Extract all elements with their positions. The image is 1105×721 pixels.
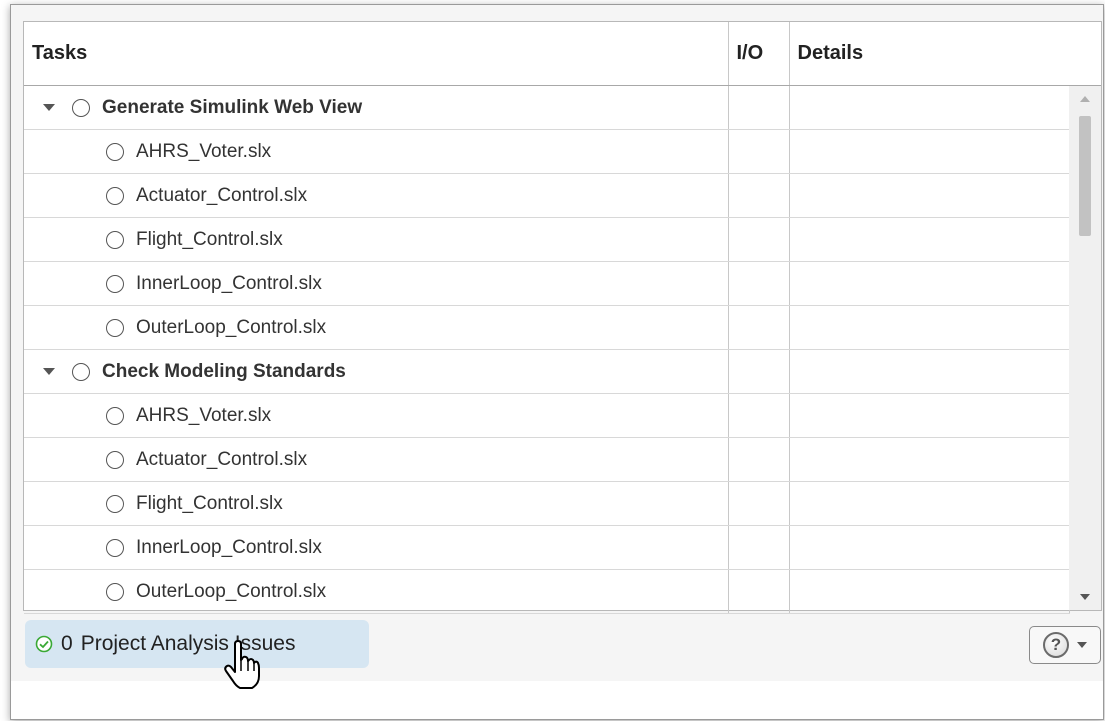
table-row[interactable]: Flight_Control.slx <box>24 217 1070 262</box>
table-row[interactable]: Flight_Control.slx <box>24 481 1070 526</box>
task-file-label: Actuator_Control.slx <box>136 184 308 206</box>
io-cell <box>728 85 790 130</box>
task-file-label: Actuator_Control.slx <box>136 448 308 470</box>
status-circle-icon <box>72 98 90 117</box>
status-circle-icon <box>106 318 124 337</box>
io-cell <box>728 525 790 570</box>
task-file-label: InnerLoop_Control.slx <box>136 536 322 558</box>
details-cell <box>789 173 1070 218</box>
help-icon: ? <box>1043 632 1069 658</box>
io-cell <box>728 129 790 174</box>
expand-caret-icon[interactable] <box>38 361 60 383</box>
status-circle-icon <box>106 494 124 513</box>
io-cell <box>728 569 790 614</box>
task-group-label: Generate Simulink Web View <box>102 96 363 118</box>
table-row[interactable]: InnerLoop_Control.slx <box>24 525 1070 570</box>
io-cell <box>728 437 790 482</box>
details-cell <box>789 129 1070 174</box>
io-cell <box>728 217 790 262</box>
column-header-details[interactable]: Details <box>789 22 1070 86</box>
table-row[interactable]: InnerLoop_Control.slx <box>24 261 1070 306</box>
table-row[interactable]: OuterLoop_Control.slx <box>24 569 1070 614</box>
scroll-up-arrow-icon[interactable] <box>1080 94 1090 104</box>
details-cell <box>789 305 1070 350</box>
table-row[interactable]: Actuator_Control.slx <box>24 173 1070 218</box>
expand-caret-icon[interactable] <box>38 97 60 119</box>
table-row[interactable]: Actuator_Control.slx <box>24 437 1070 482</box>
project-tasks-window: Tasks I/O Details Generate Simulink Web … <box>10 4 1104 720</box>
io-cell <box>728 481 790 526</box>
details-cell <box>789 569 1070 614</box>
table-row[interactable]: AHRS_Voter.slx <box>24 393 1070 438</box>
io-cell <box>728 261 790 306</box>
details-cell <box>789 481 1070 526</box>
tasks-table: Tasks I/O Details Generate Simulink Web … <box>24 22 1070 614</box>
chevron-down-icon <box>1077 642 1087 648</box>
bottom-strip <box>11 681 1103 719</box>
issues-label: Project Analysis Issues <box>80 632 296 655</box>
task-file-label: AHRS_Voter.slx <box>136 404 272 426</box>
hand-pointer-cursor-icon <box>224 640 260 689</box>
details-cell <box>789 85 1070 130</box>
task-file-label: AHRS_Voter.slx <box>136 140 272 162</box>
status-circle-icon <box>106 406 124 425</box>
table-header-row: Tasks I/O Details <box>24 22 1070 86</box>
task-file-label: OuterLoop_Control.slx <box>136 580 327 602</box>
io-cell <box>728 349 790 394</box>
status-circle-icon <box>106 230 124 249</box>
details-cell <box>789 393 1070 438</box>
status-circle-icon <box>106 450 124 469</box>
details-cell <box>789 349 1070 394</box>
scroll-down-arrow-icon[interactable] <box>1080 592 1090 602</box>
status-circle-icon <box>106 274 124 293</box>
status-circle-icon <box>106 142 124 161</box>
task-file-label: Flight_Control.slx <box>136 492 283 514</box>
status-circle-icon <box>106 538 124 557</box>
tasks-table-container: Tasks I/O Details Generate Simulink Web … <box>23 21 1102 614</box>
table-row-group[interactable]: Check Modeling Standards <box>24 349 1070 394</box>
details-cell <box>789 261 1070 306</box>
header-filler <box>1069 22 1101 86</box>
io-cell <box>728 393 790 438</box>
details-cell <box>789 217 1070 262</box>
column-header-tasks[interactable]: Tasks <box>24 22 729 86</box>
details-cell <box>789 525 1070 570</box>
project-analysis-issues-button[interactable]: 0 Project Analysis Issues <box>25 620 369 668</box>
task-file-label: InnerLoop_Control.slx <box>136 272 322 294</box>
table-row[interactable]: AHRS_Voter.slx <box>24 129 1070 174</box>
scrollbar-thumb[interactable] <box>1079 116 1091 236</box>
status-circle-icon <box>72 362 90 381</box>
task-group-label: Check Modeling Standards <box>102 360 346 382</box>
io-cell <box>728 305 790 350</box>
task-file-label: OuterLoop_Control.slx <box>136 316 327 338</box>
vertical-scrollbar[interactable] <box>1069 86 1101 610</box>
status-circle-icon <box>106 186 124 205</box>
details-cell <box>789 437 1070 482</box>
status-circle-icon <box>106 582 124 601</box>
io-cell <box>728 173 790 218</box>
task-file-label: Flight_Control.slx <box>136 228 283 250</box>
issue-count: 0 <box>61 632 73 655</box>
table-row-group[interactable]: Generate Simulink Web View <box>24 85 1070 130</box>
table-row[interactable]: OuterLoop_Control.slx <box>24 305 1070 350</box>
help-dropdown-button[interactable]: ? <box>1029 626 1101 664</box>
column-header-io[interactable]: I/O <box>728 22 790 86</box>
check-circle-icon <box>35 635 53 653</box>
